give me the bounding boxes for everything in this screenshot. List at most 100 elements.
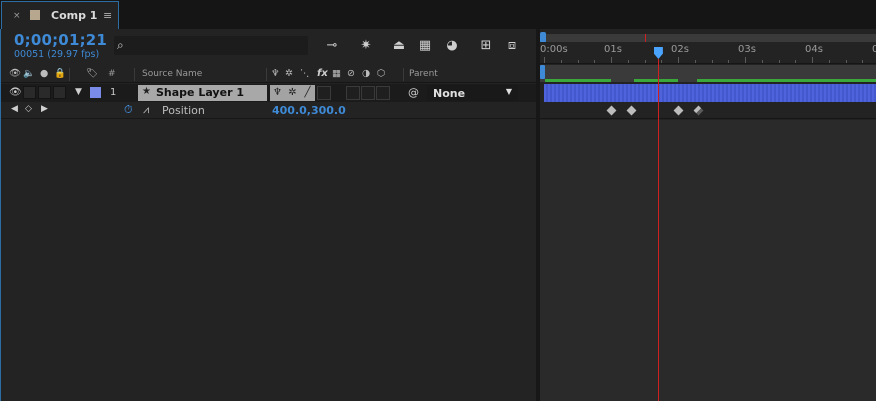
adjustment-layer-icon[interactable]: ◑ [362,68,370,79]
motion-blur-switch[interactable] [361,86,375,100]
graph-icon[interactable]: ⩘ [143,103,149,117]
parent-column-label: Parent [409,69,438,79]
shy-switch-icon[interactable]: ♆ [271,68,280,79]
graph-editor-icon[interactable]: ⊞ [477,38,495,54]
frame-blend-switch[interactable] [346,86,360,100]
time-navigator[interactable] [540,34,876,42]
layer-outline: 0;00;01;21 00051 (29.97 fps) ⌕ ⊸ ✷ ⏏ ▦ ◕… [1,29,536,401]
ruler-major-tick [678,57,679,63]
audio-toggle[interactable] [23,86,36,99]
effects-switch[interactable] [317,86,331,100]
column-divider [403,68,404,81]
column-divider [266,68,267,81]
label-tag-icon[interactable]: 🏷 [86,68,98,79]
timeline-property-row [540,102,876,119]
ruler-minor-tick [694,60,696,63]
quality-switch[interactable]: ╱ [300,85,315,101]
tab-comp-1[interactable]: × Comp 1 ≡ [1,1,119,29]
timeline-area[interactable]: 0:00s 01s 02s 03s 04s 05 [540,29,876,401]
lock-toggle[interactable] [53,86,66,99]
work-area-handle[interactable] [540,65,545,79]
ruler-minor-tick [761,60,763,63]
panel-tab-strip: × Comp 1 ≡ [0,0,876,29]
ruler-minor-tick [828,60,830,63]
ruler-tick-label: 03s [738,44,756,55]
motion-blur-icon[interactable]: ◕ [443,38,461,54]
collapse-switch[interactable]: ✲ [285,85,300,101]
keyframe-assistant-icon[interactable]: ⧈ [503,38,521,54]
comp-color-swatch [30,10,40,20]
playhead-marker [644,34,646,42]
layer-number: 1 [110,87,117,98]
ruler-major-tick [611,57,612,63]
ruler-major-tick [812,57,813,63]
layer-row[interactable]: 👁 ▼ 1 ★ Shape Layer 1 ♆ ✲ ╱ @ None ▼ [1,84,536,102]
timeline-empty-area [540,120,876,401]
frame-blend-switch-icon[interactable]: ▦ [332,68,341,79]
ruler-tick-label: 0:00s [540,44,568,55]
layer-name-field[interactable]: ★ Shape Layer 1 [138,85,267,101]
ruler-minor-tick [862,60,864,63]
lock-icon[interactable]: 🔒 [54,68,66,79]
parent-select-value: None [433,87,466,100]
playhead-line[interactable] [657,59,659,401]
search-input[interactable] [132,38,302,52]
dropdown-arrow-icon: ▼ [505,87,512,96]
ruler-minor-tick [845,60,847,63]
ruler-minor-tick [728,60,730,63]
video-visibility-icon[interactable]: 👁 [9,68,21,79]
stopwatch-icon[interactable]: ⏱ [124,103,133,117]
ruler-minor-tick [644,60,646,63]
search-box[interactable]: ⌕ [114,36,308,55]
pick-whip-icon[interactable]: @ [408,86,419,99]
ruler-minor-tick [560,60,562,63]
effects-switch-icon[interactable]: fx [317,68,328,79]
comp-flowchart-icon[interactable]: ⊸ [323,38,341,54]
column-divider [69,68,70,81]
expand-triangle-icon[interactable]: ▼ [75,87,82,97]
ruler-minor-tick [711,60,713,63]
3d-layer-switch[interactable] [376,86,390,100]
collapse-switch-icon[interactable]: ✲ [285,68,293,79]
ruler-minor-tick [778,60,780,63]
panel-menu-icon[interactable]: ≡ [103,9,112,22]
quality-switch-icon[interactable]: ⋱ [300,68,310,79]
parent-select[interactable]: None ▼ [427,85,518,101]
solo-icon[interactable]: ● [40,68,48,79]
audio-icon[interactable]: 🔈 [23,68,35,79]
solo-toggle[interactable] [38,86,51,99]
shy-layers-icon[interactable]: ⏏ [390,38,408,54]
timeline-panel: 0;00;01;21 00051 (29.97 fps) ⌕ ⊸ ✷ ⏏ ▦ ◕… [0,29,876,401]
ruler-minor-tick [577,60,579,63]
number-column-label: # [108,69,116,79]
frame-count: 00051 (29.97 fps) [14,49,100,60]
frame-blending-icon[interactable]: ▦ [416,38,434,54]
ruler-tick-label: 01s [604,44,622,55]
current-time-display[interactable]: 0;00;01;21 [14,31,107,49]
prev-keyframe-icon[interactable]: ◀ [11,104,18,114]
motion-blur-switch-icon[interactable]: ⊘ [347,68,355,79]
close-tab-icon[interactable]: × [13,11,21,21]
eye-visibility-icon[interactable]: 👁 [9,87,22,98]
layer-name: Shape Layer 1 [156,86,244,99]
ruler-minor-tick [594,60,596,63]
property-value[interactable]: 400.0,300.0 [272,104,346,117]
add-keyframe-icon[interactable]: ◇ [25,104,32,114]
property-row-position[interactable]: ◀ ◇ ▶ ⏱ ⩘ Position 400.0,300.0 [1,102,536,119]
tab-label: Comp 1 [51,9,98,22]
label-color-swatch[interactable] [90,87,101,98]
ruler-tick-label: 04s [805,44,823,55]
property-name: Position [162,104,205,117]
layer-duration-bar[interactable] [544,84,876,102]
source-name-column-label[interactable]: Source Name [142,69,202,79]
time-ruler[interactable]: 0:00s 01s 02s 03s 04s 05 [540,42,876,64]
cache-indicator [634,79,678,82]
ruler-minor-tick [627,60,629,63]
ruler-tick-label: 02s [671,44,689,55]
draft-3d-icon[interactable]: ✷ [357,38,375,54]
next-keyframe-icon[interactable]: ▶ [41,104,48,114]
ruler-major-tick [544,57,545,63]
3d-layer-icon[interactable]: ⬡ [377,68,385,79]
shape-layer-icon: ★ [142,86,151,97]
shy-switch[interactable]: ♆ [270,85,285,101]
